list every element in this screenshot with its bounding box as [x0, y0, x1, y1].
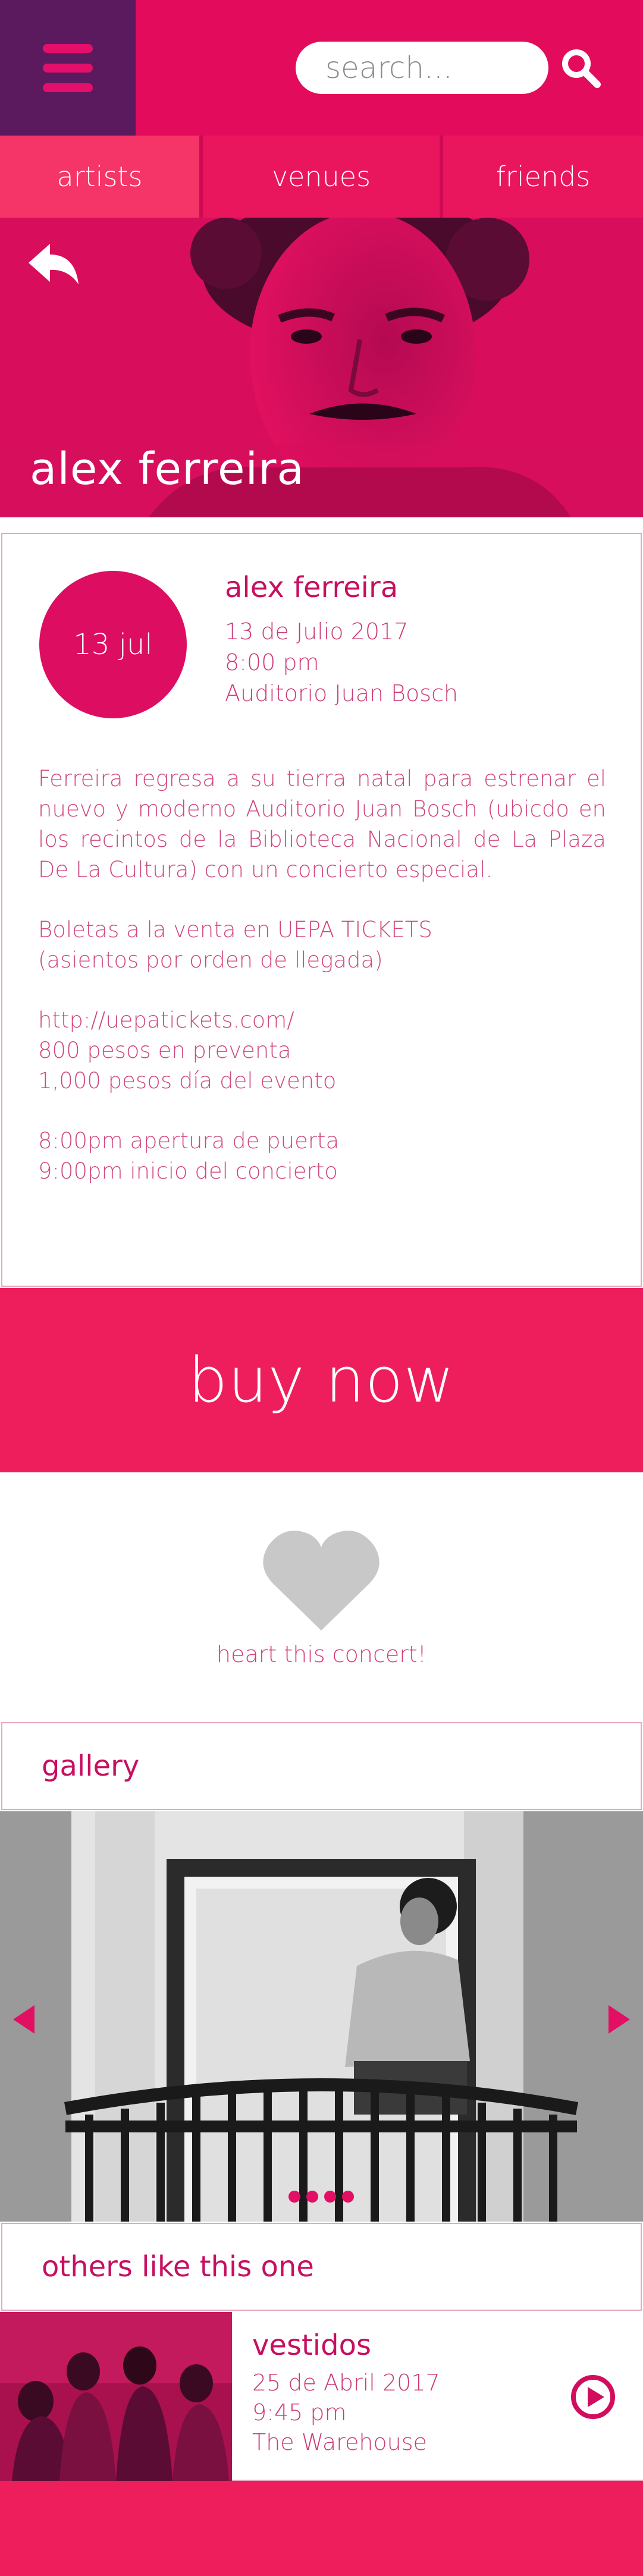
tab-artists[interactable]: artists	[0, 136, 199, 218]
gallery-header: gallery	[1, 1722, 642, 1810]
artist-title: alex ferreira	[30, 444, 305, 495]
description-intro: Ferreira regresa a su tierra natal para …	[38, 766, 606, 882]
similar-concert-date: 25 de Abril 2017	[252, 2370, 440, 2396]
gallery-dot[interactable]	[324, 2191, 336, 2203]
date-badge: 13 jul	[39, 571, 187, 718]
tab-venues[interactable]: venues	[203, 136, 440, 218]
event-date: 13 de Julio 2017	[225, 618, 409, 645]
gallery-carousel[interactable]	[0, 1811, 643, 2222]
back-arrow-icon[interactable]	[26, 240, 81, 289]
ticket-info: Boletas a la venta en UEPA TICKETS (asie…	[38, 915, 606, 975]
gallery-pagination	[288, 2191, 354, 2203]
gallery-prev-arrow-icon[interactable]	[12, 2004, 36, 2035]
heart-icon[interactable]	[262, 1528, 381, 1632]
presale-price: 800 pesos en preventa	[38, 1038, 291, 1063]
start-time: 9:00pm inicio del concierto	[38, 1158, 338, 1184]
buy-now-button[interactable]: buy now	[0, 1288, 643, 1472]
gallery-dot[interactable]	[288, 2191, 300, 2203]
ticket-info-line: Boletas a la venta en UEPA TICKETS	[38, 917, 432, 943]
similar-concert-name: vestidos	[252, 2329, 371, 2362]
search-input[interactable]	[296, 42, 548, 94]
gallery-dot[interactable]	[306, 2191, 318, 2203]
hamburger-menu-button[interactable]	[0, 0, 136, 136]
ticket-info-line: (asientos por orden de llegada)	[38, 947, 383, 973]
tab-friends[interactable]: friends	[443, 136, 643, 218]
similar-concert-item[interactable]: vestidos 25 de Abril 2017 9:45 pm The Wa…	[0, 2312, 643, 2481]
similar-concert-time: 9:45 pm	[252, 2399, 347, 2426]
page-footer	[0, 2481, 643, 2576]
doors-time: 8:00pm apertura de puerta	[38, 1128, 340, 1154]
main-nav: artists venues friends	[0, 136, 643, 218]
event-details-card: 13 jul alex ferreira 13 de Julio 2017 8:…	[1, 533, 642, 1287]
search-icon[interactable]	[559, 46, 602, 89]
similar-concert-meta: 25 de Abril 2017 9:45 pm The Warehouse	[252, 2368, 440, 2457]
menu-bar	[43, 83, 93, 92]
others-header: others like this one	[1, 2223, 642, 2311]
menu-bar	[43, 63, 93, 73]
play-icon[interactable]	[570, 2374, 616, 2420]
event-description: Ferreira regresa a su tierra natal para …	[38, 764, 606, 1216]
similar-concert-venue: The Warehouse	[252, 2429, 427, 2455]
event-artist-name: alex ferreira	[225, 571, 399, 604]
ticket-url-link[interactable]: http://uepatickets.com/	[38, 1007, 294, 1033]
artist-hero: alex ferreira	[0, 218, 643, 517]
menu-bar	[43, 43, 93, 53]
gallery-title: gallery	[42, 1749, 140, 1783]
heart-concert-label[interactable]: heart this concert!	[0, 1641, 643, 1667]
day-price: 1,000 pesos día del evento	[38, 1068, 337, 1094]
gallery-dot[interactable]	[342, 2191, 354, 2203]
others-title: others like this one	[42, 2250, 314, 2283]
event-time: 8:00 pm	[225, 649, 319, 676]
event-meta: 13 de Julio 2017 8:00 pm Auditorio Juan …	[225, 616, 458, 709]
similar-concert-photo	[0, 2312, 232, 2481]
gallery-next-arrow-icon[interactable]	[607, 2004, 631, 2035]
gallery-photo	[0, 1811, 643, 2222]
top-header	[0, 0, 643, 136]
price-info: http://uepatickets.com/ 800 pesos en pre…	[38, 1005, 606, 1096]
schedule-info: 8:00pm apertura de puerta 9:00pm inicio …	[38, 1126, 606, 1186]
event-venue[interactable]: Auditorio Juan Bosch	[225, 678, 458, 709]
